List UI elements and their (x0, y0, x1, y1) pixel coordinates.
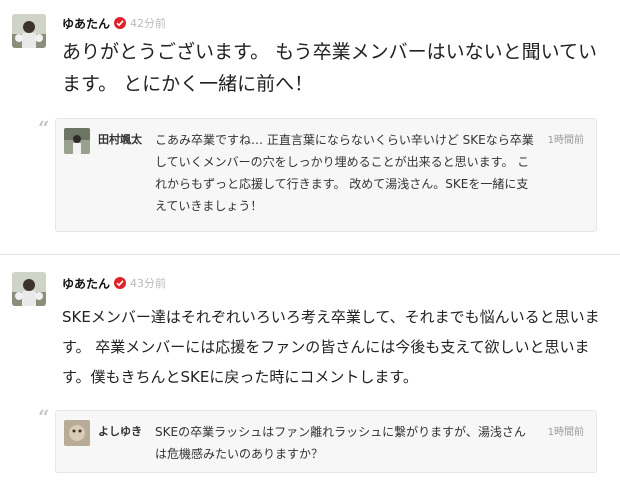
reply-avatar[interactable] (64, 420, 90, 446)
comment-body: SKEメンバー達はそれぞれいろいろ考え卒業して、それまでも悩んいると思います。 … (62, 308, 600, 386)
timestamp[interactable]: 42分前 (130, 15, 166, 31)
reply-author[interactable]: 田村颯太 (98, 131, 142, 147)
reply-timestamp[interactable]: 1時間前 (548, 423, 584, 438)
author-line: ゆあたん 42分前 (62, 14, 166, 32)
check-badge-icon (114, 277, 127, 289)
timestamp[interactable]: 43分前 (130, 275, 166, 291)
reply-text: SKEの卒業ラッシュはファン離れラッシュに繋がりますが、湯浅さんは危機感みたいの… (155, 425, 526, 461)
check-badge-icon (114, 17, 127, 29)
reply-box: よしゆき SKEの卒業ラッシュはファン離れラッシュに繋がりますが、湯浅さんは危機… (55, 410, 597, 473)
avatar[interactable] (12, 272, 46, 306)
comment-post: ゆあたん 42分前 ありがとうございます。 もう卒業メンバーはいないと聞いていま… (0, 0, 620, 250)
comment-post: ゆあたん 43分前 SKEメンバー達はそれぞれいろいろ考え卒業して、それまでも悩… (0, 258, 620, 483)
author-line: ゆあたん 43分前 (62, 274, 166, 292)
reply-timestamp[interactable]: 1時間前 (548, 131, 584, 146)
reply-text: こあみ卒業ですね… 正直言葉にならないくらい辛いけど SKEなら卒業していくメン… (155, 133, 534, 213)
author-name[interactable]: ゆあたん (62, 275, 110, 292)
reply-avatar[interactable] (64, 128, 90, 154)
divider (0, 254, 620, 255)
reply-box: 田村颯太 こあみ卒業ですね… 正直言葉にならないくらい辛いけど SKEなら卒業し… (55, 118, 597, 232)
comment-body: ありがとうございます。 もう卒業メンバーはいないと聞いています。 とにかく一緒に… (62, 41, 598, 95)
quote-icon: “ (38, 405, 50, 429)
avatar[interactable] (12, 14, 46, 48)
reply-author[interactable]: よしゆき (98, 423, 142, 439)
quote-icon: “ (38, 116, 50, 140)
author-name[interactable]: ゆあたん (62, 15, 110, 32)
